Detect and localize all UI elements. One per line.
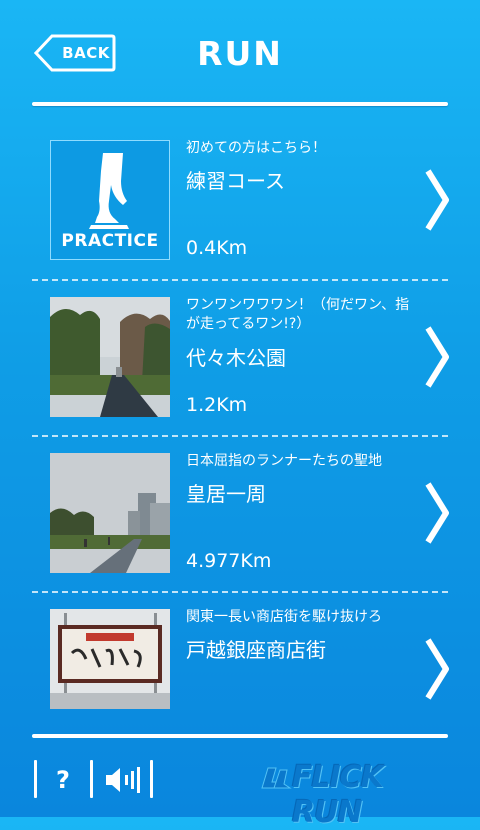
- course-item-yoyogi[interactable]: ワンワンワワワン！（何だワン、指が走ってるワン!?） 代々木公園 1.2Km: [32, 280, 449, 436]
- course-item-imperial-palace[interactable]: 日本屈指のランナーたちの聖地 皇居一周 4.977Km: [32, 436, 449, 592]
- course-subtitle: 初めての方はこちら！: [186, 140, 326, 156]
- bottom-divider: [32, 734, 448, 738]
- practice-label: PRACTICE: [61, 231, 159, 251]
- course-name: 皇居一周: [186, 482, 266, 506]
- chevron-right-icon: [425, 638, 449, 700]
- course-distance: 1.2Km: [186, 394, 248, 416]
- course-subtitle: 関東一長い商店街を駆け抜けろ: [186, 609, 382, 625]
- footer-separator: [150, 760, 153, 798]
- footer-separator: [34, 760, 37, 798]
- course-name: 練習コース: [186, 169, 285, 193]
- header: BACK RUN: [0, 0, 480, 105]
- park-photo: [50, 297, 170, 417]
- speaker-icon: [106, 767, 140, 793]
- course-subtitle: ワンワンワワワン！（何だワン、指が走ってるワン!?）: [186, 297, 410, 332]
- sound-button[interactable]: [98, 760, 148, 800]
- course-name: 戸越銀座商店街: [186, 638, 326, 662]
- course-item-practice[interactable]: PRACTICE 初めての方はこちら！ 練習コース 0.4Km: [32, 123, 449, 279]
- logo-text: FLICK RUN: [292, 760, 384, 830]
- page-title: RUN: [197, 34, 283, 73]
- course-subtitle: 日本屈指のランナーたちの聖地: [186, 453, 382, 469]
- course-item-togoshi-ginza[interactable]: 関東一長い商店街を駆け抜けろ 戸越銀座商店街: [32, 592, 449, 748]
- chevron-right-icon: [425, 169, 449, 231]
- chevron-right-icon: [425, 326, 449, 388]
- palace-photo: [50, 453, 170, 573]
- practice-thumbnail: PRACTICE: [50, 140, 170, 260]
- course-name: 代々木公園: [186, 346, 286, 370]
- course-distance: 4.977Km: [186, 550, 272, 572]
- top-divider: [32, 102, 448, 106]
- course-distance: 0.4Km: [186, 237, 248, 259]
- help-button[interactable]: ?: [40, 760, 86, 800]
- chevron-right-icon: [425, 482, 449, 544]
- shopping-street-photo: [50, 609, 170, 709]
- flick-run-logo: FLICK RUN: [254, 756, 450, 830]
- footer-separator: [90, 760, 93, 798]
- logo-runner-icon: [261, 767, 292, 789]
